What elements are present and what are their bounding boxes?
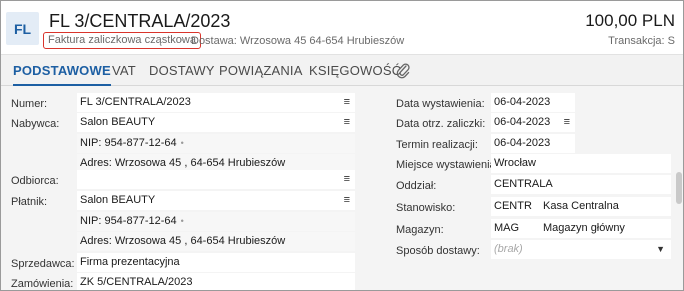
form-basic: Numer: FL 3/CENTRALA/2023 ≡ Nabywca: Sal… bbox=[1, 86, 683, 290]
zamowienia-value: ZK 5/CENTRALA/2023 bbox=[80, 276, 193, 288]
numer-value: FL 3/CENTRALA/2023 bbox=[80, 96, 191, 108]
sprzedawca-label: Sprzedawca: bbox=[11, 258, 75, 270]
data-wystawienia-label: Data wystawienia: bbox=[396, 98, 485, 110]
sposob-dostawy-placeholder: (brak) bbox=[494, 243, 523, 255]
platnik-label: Płatnik: bbox=[11, 196, 48, 208]
nabywca-nip-dot-icon: • bbox=[180, 138, 184, 148]
miejsce-wystawienia-value: Wrocław bbox=[494, 157, 536, 169]
platnik-nip-dot-icon: • bbox=[180, 216, 184, 226]
zamowienia-field[interactable]: ZK 5/CENTRALA/2023 bbox=[77, 273, 355, 290]
data-otrz-zaliczki-field[interactable]: 06-04-2023 ≡ bbox=[491, 113, 575, 132]
miejsce-wystawienia-label: Miejsce wystawienia: bbox=[396, 159, 499, 171]
platnik-address-row: Adres: Wrzosowa 45 , 64-654 Hrubieszów bbox=[77, 232, 355, 251]
nabywca-nip-row: NIP: 954-877-12-64 • bbox=[77, 134, 355, 153]
oddzial-value: CENTRALA bbox=[494, 178, 553, 190]
magazyn-label: Magazyn: bbox=[396, 224, 444, 236]
data-otrz-zaliczki-label: Data otrz. zaliczki: bbox=[396, 118, 486, 130]
data-wystawienia-field[interactable]: 06-04-2023 bbox=[491, 93, 575, 112]
document-amount: 100,00 PLN bbox=[585, 11, 675, 30]
document-type-badge: FL bbox=[6, 12, 39, 45]
chevron-down-icon[interactable]: ▼ bbox=[656, 240, 665, 259]
termin-realizacji-value: 06-04-2023 bbox=[494, 137, 551, 149]
nabywca-nip: NIP: 954-877-12-64 bbox=[80, 137, 177, 149]
nabywca-menu-icon[interactable]: ≡ bbox=[344, 113, 350, 132]
stanowisko-field[interactable]: CENTR Kasa Centralna bbox=[491, 197, 671, 216]
odbiorca-label: Odbiorca: bbox=[11, 175, 59, 187]
miejsce-wystawienia-field[interactable]: Wrocław bbox=[491, 154, 671, 173]
tab-dostawy[interactable]: DOSTAWY bbox=[149, 55, 215, 86]
sposob-dostawy-select[interactable]: (brak) ▼ bbox=[491, 240, 671, 259]
document-header: FL FL 3/CENTRALA/2023 Faktura zaliczkowa… bbox=[1, 1, 683, 54]
tab-bar: PODSTAWOWE VAT DOSTAWY POWIĄZANIA KSIĘGO… bbox=[1, 54, 683, 86]
termin-realizacji-field[interactable]: 06-04-2023 bbox=[491, 134, 575, 153]
oddzial-field[interactable]: CENTRALA bbox=[491, 175, 671, 194]
odbiorca-field[interactable]: ≡ bbox=[77, 170, 355, 189]
nabywca-label: Nabywca: bbox=[11, 118, 60, 130]
tab-ksiegowosc[interactable]: KSIĘGOWOŚĆ bbox=[309, 55, 401, 86]
magazyn-code: MAG bbox=[494, 222, 520, 234]
document-window: FL FL 3/CENTRALA/2023 Faktura zaliczkowa… bbox=[0, 0, 684, 291]
nabywca-field[interactable]: Salon BEAUTY ≡ bbox=[77, 113, 355, 132]
zamowienia-label: Zamówienia: bbox=[11, 278, 74, 290]
data-otrz-zaliczki-menu-icon[interactable]: ≡ bbox=[564, 113, 570, 132]
vertical-scrollbar[interactable] bbox=[676, 172, 682, 204]
stanowisko-name: Kasa Centralna bbox=[543, 200, 619, 212]
platnik-menu-icon[interactable]: ≡ bbox=[344, 191, 350, 210]
tab-podstawowe[interactable]: PODSTAWOWE bbox=[13, 55, 111, 86]
sprzedawca-field[interactable]: Firma prezentacyjna bbox=[77, 253, 355, 272]
tab-vat[interactable]: VAT bbox=[112, 55, 136, 86]
stanowisko-code: CENTR bbox=[494, 200, 532, 212]
delivery-address: Dostawa: Wrzosowa 45 64-654 Hrubieszów bbox=[191, 35, 405, 47]
oddzial-label: Oddział: bbox=[396, 180, 437, 192]
attachment-icon[interactable] bbox=[396, 62, 410, 80]
numer-menu-icon[interactable]: ≡ bbox=[344, 93, 350, 112]
sposob-dostawy-label: Sposób dostawy: bbox=[396, 245, 480, 257]
sprzedawca-value: Firma prezentacyjna bbox=[80, 256, 180, 268]
numer-field[interactable]: FL 3/CENTRALA/2023 ≡ bbox=[77, 93, 355, 112]
numer-label: Numer: bbox=[11, 98, 48, 110]
platnik-value: Salon BEAUTY bbox=[80, 194, 156, 206]
termin-realizacji-label: Termin realizacji: bbox=[396, 139, 478, 151]
magazyn-field[interactable]: MAG Magazyn główny bbox=[491, 219, 671, 238]
nabywca-address: Adres: Wrzosowa 45 , 64-654 Hrubieszów bbox=[80, 157, 286, 169]
document-type-label: Faktura zaliczkowa cząstkowa bbox=[43, 32, 201, 49]
platnik-address: Adres: Wrzosowa 45 , 64-654 Hrubieszów bbox=[80, 235, 286, 247]
nabywca-value: Salon BEAUTY bbox=[80, 116, 156, 128]
data-wystawienia-value: 06-04-2023 bbox=[494, 96, 551, 108]
transaction-type: Transakcja: S bbox=[608, 35, 675, 47]
stanowisko-label: Stanowisko: bbox=[396, 202, 456, 214]
document-title: FL 3/CENTRALA/2023 bbox=[49, 11, 231, 31]
data-otrz-zaliczki-value: 06-04-2023 bbox=[494, 116, 551, 128]
odbiorca-menu-icon[interactable]: ≡ bbox=[344, 170, 350, 189]
platnik-nip: NIP: 954-877-12-64 bbox=[80, 215, 177, 227]
platnik-nip-row: NIP: 954-877-12-64 • bbox=[77, 212, 355, 231]
platnik-field[interactable]: Salon BEAUTY ≡ bbox=[77, 191, 355, 210]
magazyn-name: Magazyn główny bbox=[543, 222, 625, 234]
header-separator-dot: • bbox=[181, 35, 185, 46]
tab-powiazania[interactable]: POWIĄZANIA bbox=[219, 55, 303, 86]
